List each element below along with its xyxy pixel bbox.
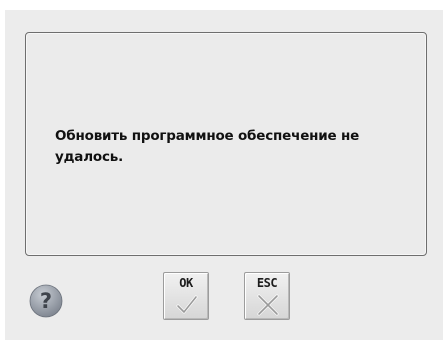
ok-button[interactable]: OK <box>163 272 209 320</box>
cross-icon <box>256 293 280 317</box>
svg-text:?: ? <box>40 289 52 313</box>
question-mark-icon: ? <box>29 284 63 318</box>
check-mark-icon <box>175 293 199 317</box>
message-box: Обновить программное обеспечение не удал… <box>25 32 427 256</box>
help-button[interactable]: ? <box>28 283 64 319</box>
esc-button[interactable]: ESC <box>244 272 290 320</box>
error-message: Обновить программное обеспечение не удал… <box>55 128 360 165</box>
esc-button-label: ESC <box>256 276 278 290</box>
ok-button-label: OK <box>179 276 193 290</box>
machine-screen: Обновить программное обеспечение не удал… <box>5 10 443 340</box>
